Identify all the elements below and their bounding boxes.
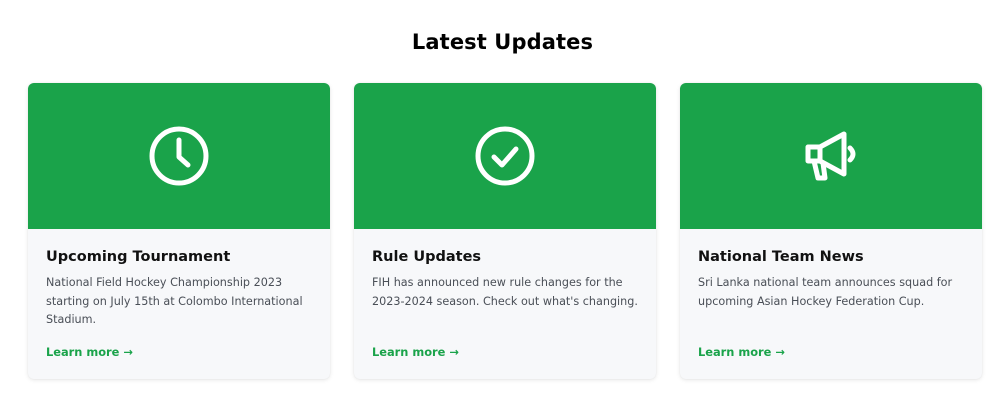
update-card-national-team-news: National Team News Sri Lanka national te… bbox=[680, 83, 982, 379]
card-banner bbox=[28, 83, 330, 229]
card-title: Upcoming Tournament bbox=[46, 249, 231, 265]
card-banner bbox=[680, 83, 982, 229]
check-circle-icon bbox=[473, 124, 537, 188]
card-description: FIH has announced new rule changes for t… bbox=[372, 276, 638, 308]
learn-more-link[interactable]: Learn more → bbox=[698, 345, 785, 359]
card-title: National Team News bbox=[698, 249, 864, 265]
card-description: National Field Hockey Championship 2023 … bbox=[46, 276, 303, 326]
learn-more-link[interactable]: Learn more → bbox=[372, 345, 459, 359]
card-title: Rule Updates bbox=[372, 249, 482, 265]
clock-icon bbox=[147, 124, 211, 188]
card-banner bbox=[354, 83, 656, 229]
update-card-upcoming-tournament: Upcoming Tournament National Field Hocke… bbox=[28, 83, 330, 379]
update-card-rule-updates: Rule Updates FIH has announced new rule … bbox=[354, 83, 656, 379]
card-description: Sri Lanka national team announces squad … bbox=[698, 276, 953, 308]
megaphone-icon bbox=[798, 123, 864, 189]
latest-updates-section: Latest Updates Upcoming Tournament Natio… bbox=[0, 0, 1005, 400]
learn-more-link[interactable]: Learn more → bbox=[46, 345, 133, 359]
section-title: Latest Updates bbox=[411, 30, 594, 54]
